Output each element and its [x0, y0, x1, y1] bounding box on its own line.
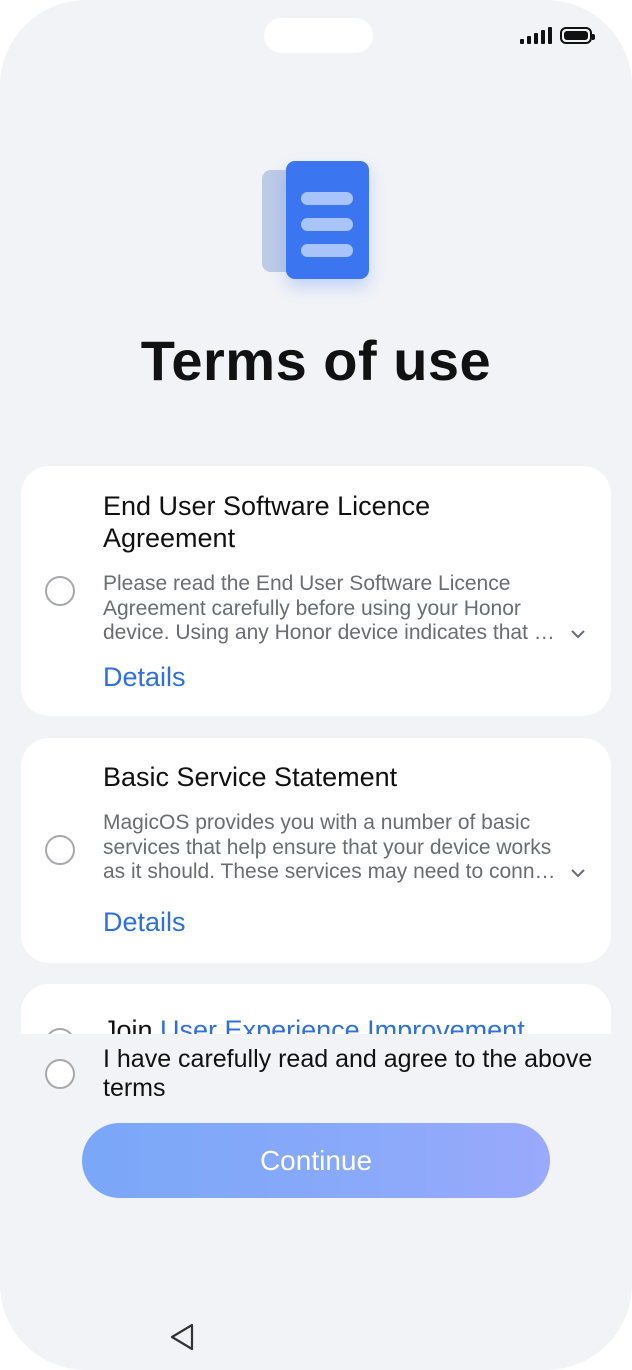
basic-service-details-link[interactable]: Details	[103, 907, 186, 938]
basic-service-title: Basic Service Statement	[103, 762, 398, 792]
signal-icon	[520, 26, 552, 44]
document-icon	[258, 158, 378, 288]
basic-service-radio[interactable]	[45, 835, 75, 865]
battery-icon	[560, 26, 595, 44]
eula-details-link[interactable]: Details	[103, 662, 186, 693]
phone-screen: Terms of use End User Software Licence A…	[0, 0, 632, 1370]
dynamic-island	[264, 18, 373, 53]
page-title: Terms of use	[140, 329, 492, 392]
basic-service-description: MagicOS provides you with a number of ba…	[103, 811, 556, 883]
eula-description: Please read the End User Software Licenc…	[103, 572, 555, 644]
basic-service-card: Basic Service Statement MagicOS provides…	[21, 738, 611, 963]
agree-radio[interactable]	[45, 1059, 75, 1089]
back-triangle-icon[interactable]	[168, 1322, 196, 1352]
agree-label[interactable]: I have carefully read and agree to the a…	[103, 1045, 603, 1103]
chevron-down-icon[interactable]	[570, 865, 586, 881]
status-bar	[520, 26, 595, 44]
eula-radio[interactable]	[45, 576, 75, 606]
eula-title: End User Software Licence Agreement	[103, 491, 431, 553]
chevron-down-icon[interactable]	[570, 626, 586, 642]
continue-button[interactable]: Continue	[82, 1123, 550, 1198]
eula-card: End User Software Licence Agreement Plea…	[21, 466, 611, 716]
